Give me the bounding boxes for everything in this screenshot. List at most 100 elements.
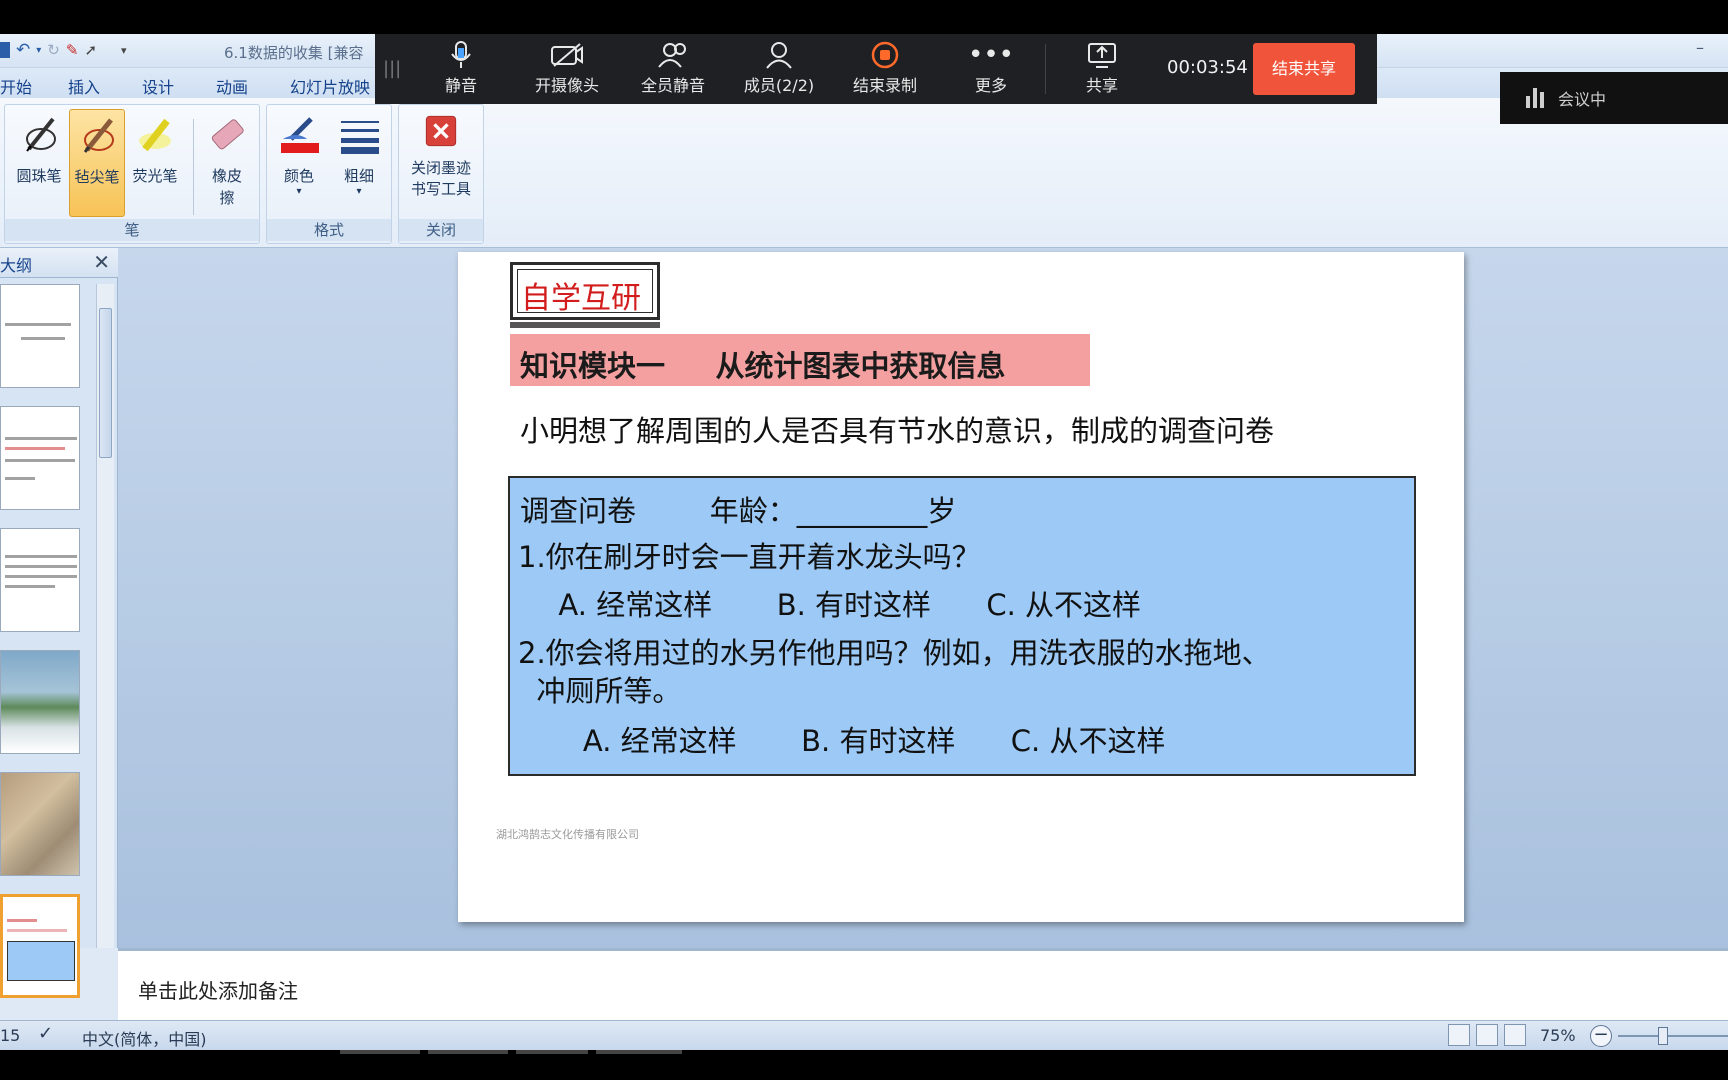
tab-design[interactable]: 设计: [142, 74, 174, 98]
pointer-icon[interactable]: ➚: [84, 41, 97, 59]
close-ink-icon: [425, 115, 457, 147]
self-study-badge: 自学互研: [510, 262, 660, 320]
undo-icon[interactable]: ↶: [16, 40, 30, 60]
thumbnail-line: [5, 555, 77, 558]
camera-label: 开摄像头: [534, 76, 599, 95]
mute-all-button[interactable]: 全员静音: [628, 38, 718, 96]
slide-thumbnail[interactable]: [0, 284, 80, 388]
more-button[interactable]: ••• 更多: [946, 38, 1036, 96]
felt-pen-icon: [83, 118, 114, 153]
tab-outline[interactable]: 大纲: [0, 252, 32, 276]
scrollbar-thumb[interactable]: [99, 308, 112, 458]
more-label: 更多: [974, 76, 1007, 95]
highlighter-tool[interactable]: 荧光笔: [127, 109, 183, 217]
mute-label: 静音: [444, 76, 477, 95]
color-label: 颜色: [283, 167, 314, 185]
meeting-timer: 00:03:54: [1167, 57, 1248, 78]
thumbnail-line: [7, 919, 37, 922]
dropdown-arrow-icon[interactable]: ▾: [36, 45, 41, 56]
signal-bars-icon: [1526, 88, 1544, 108]
thumbnail-line: [7, 929, 67, 932]
stop-recording-label: 结束录制: [852, 76, 917, 95]
taskbar-item[interactable]: [340, 1050, 420, 1054]
taskbar-item[interactable]: [428, 1050, 508, 1054]
slide-editing-area: 自学互研 知识模块一 从统计图表中获取信息 小明想了解周围的人是否具有节水的意识…: [118, 248, 1728, 948]
slideshow-view-icon[interactable]: [1504, 1024, 1526, 1046]
slide-thumbnail[interactable]: [0, 406, 80, 510]
weight-dropdown-icon[interactable]: ▾: [331, 186, 387, 197]
eraser-tool[interactable]: 橡皮擦: [199, 109, 255, 217]
format-group: 颜色 ▾ 粗细 ▾ 格式: [266, 104, 392, 244]
pen-erase-icon[interactable]: ✎: [66, 41, 79, 59]
end-share-button[interactable]: 结束共享: [1253, 43, 1355, 95]
close-ink-tool[interactable]: 关闭墨迹 书写工具: [401, 109, 481, 217]
stop-recording-button[interactable]: 结束录制: [840, 38, 930, 96]
drag-handle-icon[interactable]: |||: [383, 58, 401, 79]
meeting-status-indicator: 会议中: [1500, 72, 1728, 124]
camera-off-icon: [522, 38, 612, 72]
slide-thumbnail[interactable]: [0, 650, 80, 754]
question-2-line2: 冲厕所等。: [518, 674, 682, 708]
question-1-options: A. 经常这样 B. 有时这样 C. 从不这样: [540, 588, 1142, 622]
divider: [193, 119, 194, 215]
save-icon[interactable]: [0, 42, 10, 58]
slide-footer-text: 湖北鸿鹄志文化传播有限公司: [496, 828, 639, 841]
tab-slideshow[interactable]: 幻灯片放映: [290, 74, 370, 98]
thumbnail-scrollbar[interactable]: [96, 284, 114, 948]
zoom-out-icon[interactable]: −: [1590, 1025, 1612, 1047]
current-slide[interactable]: 自学互研 知识模块一 从统计图表中获取信息 小明想了解周围的人是否具有节水的意识…: [458, 252, 1464, 922]
questionnaire-box: 调查问卷 年龄：_________岁 1.你在刷牙时会一直开着水龙头吗？ A. …: [508, 476, 1416, 776]
zoom-slider-thumb[interactable]: [1658, 1027, 1668, 1045]
felt-pen-tool[interactable]: 毡尖笔: [69, 109, 125, 217]
ballpoint-pen-tool[interactable]: 圆珠笔: [11, 109, 67, 217]
minimize-button[interactable]: –: [1696, 38, 1704, 57]
view-buttons: [1448, 1024, 1526, 1046]
normal-view-icon[interactable]: [1448, 1024, 1470, 1046]
highlighter-icon: [139, 118, 171, 152]
thumbnail-line: [5, 437, 77, 440]
notes-pane[interactable]: 单击此处添加备注: [118, 948, 1728, 1020]
felt-pen-label: 毡尖笔: [74, 168, 120, 186]
question-2-line1: 2.你会将用过的水另作他用吗？例如，用洗衣服的水拖地、: [518, 636, 1271, 670]
taskbar-item[interactable]: [516, 1050, 588, 1054]
slide-sorter-icon[interactable]: [1476, 1024, 1498, 1046]
share-button[interactable]: 共享: [1057, 38, 1147, 96]
module-title: 知识模块一 从统计图表中获取信息: [520, 349, 1006, 383]
weight-tool[interactable]: 粗细 ▾: [331, 109, 387, 217]
slide-thumbnail[interactable]: [0, 528, 80, 632]
ballpoint-pen-label: 圆珠笔: [16, 167, 62, 185]
tab-insert[interactable]: 插入: [68, 74, 100, 98]
spellcheck-icon[interactable]: ✓: [38, 1023, 53, 1044]
tab-home[interactable]: 开始: [0, 74, 32, 98]
eraser-icon: [211, 119, 244, 150]
taskbar-item[interactable]: [596, 1050, 682, 1054]
slide-thumbnail[interactable]: [0, 772, 80, 876]
members-icon: [734, 38, 824, 72]
color-tool[interactable]: 颜色 ▾: [271, 109, 327, 217]
question-1: 1.你在刷牙时会一直开着水龙头吗？: [518, 540, 981, 574]
slide-thumbnail-selected[interactable]: [0, 894, 80, 998]
badge-text: 自学互研: [521, 281, 641, 316]
ribbon: 圆珠笔 毡尖笔 荧光笔 橡皮擦 笔 颜色 ▾ 粗细 ▾ 格式 关闭墨迹 书写工具…: [0, 98, 1728, 248]
more-icon: •••: [967, 40, 1014, 70]
notes-placeholder: 单击此处添加备注: [138, 979, 298, 1003]
tab-animation[interactable]: 动画: [216, 74, 248, 98]
thumbnail-line: [5, 565, 77, 568]
thumbnail-line: [5, 585, 55, 588]
share-screen-icon: [1057, 38, 1147, 72]
camera-button[interactable]: 开摄像头: [522, 38, 612, 96]
mute-all-icon: [628, 38, 718, 72]
pen-group: 圆珠笔 毡尖笔 荧光笔 橡皮擦 笔: [4, 104, 260, 244]
document-title: 6.1数据的收集 [兼容: [224, 44, 364, 62]
language-indicator[interactable]: 中文(简体，中国): [82, 1026, 207, 1050]
color-dropdown-icon[interactable]: ▾: [271, 186, 327, 197]
thumbnail-line: [5, 459, 75, 462]
close-pane-icon[interactable]: ✕: [93, 250, 110, 274]
meeting-status-text: 会议中: [1558, 90, 1607, 109]
zoom-level[interactable]: 75%: [1540, 1026, 1576, 1045]
mute-button[interactable]: 静音: [416, 38, 506, 96]
redo-icon[interactable]: ↻: [47, 41, 60, 59]
members-button[interactable]: 成员(2/2): [734, 38, 824, 96]
customize-qat-icon[interactable]: ▾: [121, 44, 127, 57]
zoom-slider-track[interactable]: [1618, 1035, 1728, 1037]
